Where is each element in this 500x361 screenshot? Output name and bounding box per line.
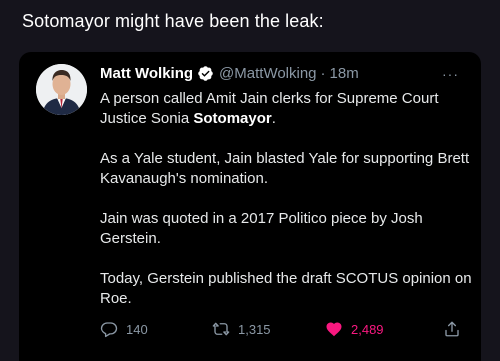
tweet-text: A person called Amit Jain clerks for Sup… bbox=[100, 89, 472, 329]
reply-count: 140 bbox=[126, 321, 148, 337]
heart-icon bbox=[326, 322, 342, 337]
share-button[interactable] bbox=[443, 320, 469, 338]
like-count: 2,489 bbox=[351, 321, 384, 337]
highlighted-word: Sotomayor bbox=[193, 110, 272, 127]
tweet-paragraph: A person called Amit Jain clerks for Sup… bbox=[100, 89, 472, 129]
tweet-paragraph: As a Yale student, Jain blasted Yale for… bbox=[100, 150, 470, 187]
retweet-button[interactable]: 1,315 bbox=[212, 320, 271, 338]
share-icon bbox=[445, 321, 459, 337]
separator-dot: · bbox=[320, 65, 326, 82]
reply-button[interactable]: 140 bbox=[100, 320, 148, 338]
reply-bubble-icon bbox=[100, 322, 118, 338]
more-options-icon[interactable]: ··· bbox=[442, 67, 459, 81]
tweet-header: Matt Wolking @MattWolking · 18m bbox=[100, 65, 359, 82]
tweet-paragraph: Today, Gerstein published the draft SCOT… bbox=[100, 270, 472, 307]
author-handle[interactable]: @MattWolking bbox=[219, 65, 316, 82]
author-name[interactable]: Matt Wolking bbox=[100, 65, 193, 82]
tweet-actions: 140 1,315 2,489 bbox=[100, 320, 460, 344]
verified-badge-icon bbox=[197, 65, 214, 82]
like-button[interactable]: 2,489 bbox=[325, 320, 384, 338]
avatar[interactable] bbox=[36, 64, 87, 115]
tweet-timestamp[interactable]: 18m bbox=[330, 65, 359, 82]
embedded-tweet[interactable]: Matt Wolking @MattWolking · 18m ··· A pe… bbox=[19, 52, 481, 361]
tweet-paragraph: Jain was quoted in a 2017 Politico piece… bbox=[100, 210, 423, 247]
post-caption: Sotomayor might have been the leak: bbox=[22, 11, 324, 31]
retweet-count: 1,315 bbox=[238, 321, 271, 337]
text-span: . bbox=[271, 110, 276, 127]
retweet-arrows-icon bbox=[212, 322, 230, 336]
